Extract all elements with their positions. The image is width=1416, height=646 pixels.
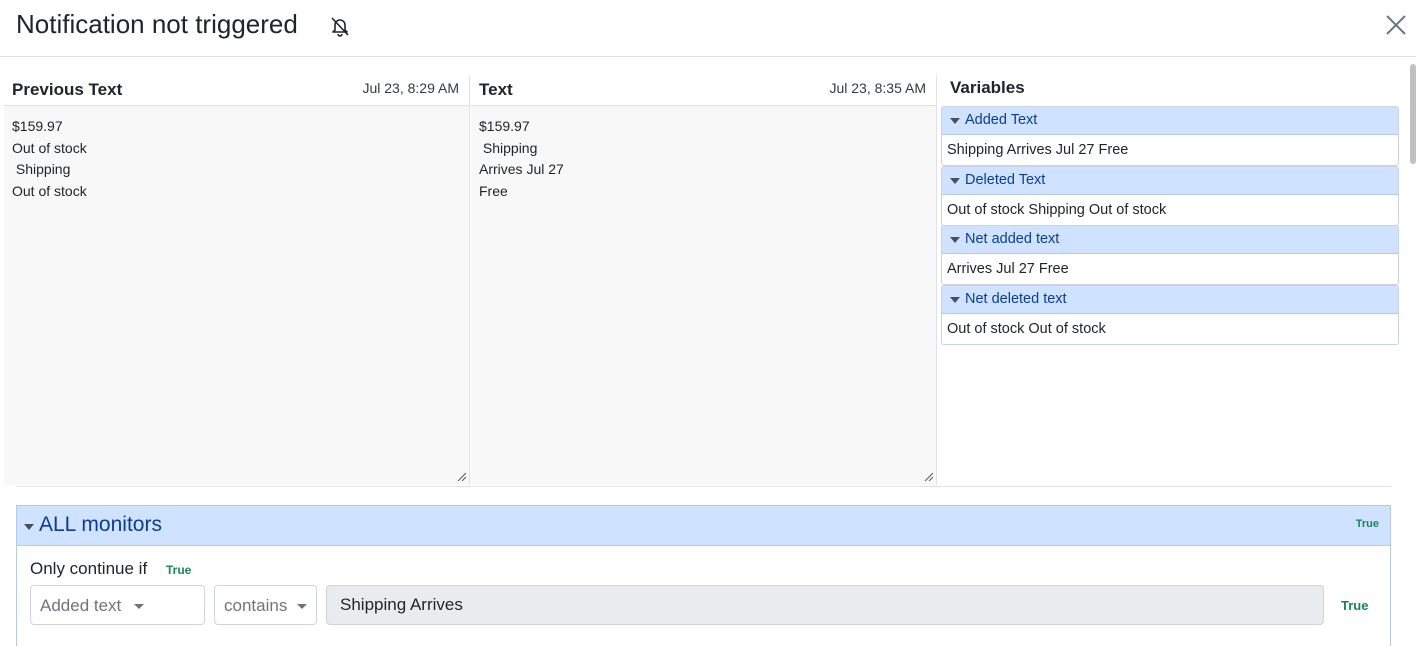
variable-header[interactable]: Net deleted text [942, 286, 1398, 314]
variable-header[interactable]: Added Text [942, 107, 1398, 135]
variable-value-row: Out of stock Out of stock [942, 314, 1398, 344]
all-monitors-header[interactable]: ALL monitors True [17, 506, 1390, 546]
variable-header[interactable]: Deleted Text [942, 167, 1398, 195]
variable-net-added-text: Net added text Arrives Jul 27 Free [941, 225, 1399, 285]
field-select[interactable]: Added text [30, 585, 205, 625]
variable-value: Out of stock Shipping Out of stock [947, 202, 1167, 218]
previous-text-time: Jul 23, 8:29 AM [362, 80, 459, 96]
text-title: Text [479, 80, 513, 99]
chevron-down-icon [134, 604, 144, 609]
monitors-status-badge: True [1355, 518, 1379, 530]
continue-label: Only continue if [30, 559, 148, 578]
previous-text-panel: Previous Text Jul 23, 8:29 AM $159.97 Ou… [4, 75, 470, 485]
operator-select[interactable]: contains [214, 585, 317, 625]
variable-value: Out of stock Out of stock [947, 321, 1106, 337]
text-panel: Text Jul 23, 8:35 AM $159.97 Shipping Ar… [471, 75, 937, 485]
divider [16, 486, 1391, 487]
chevron-down-icon [297, 604, 307, 609]
field-select-value: Added text [40, 596, 122, 615]
previous-text-title: Previous Text [12, 80, 123, 99]
variable-label: Added Text [965, 112, 1038, 128]
caret-down-icon [950, 237, 960, 243]
condition-value-input[interactable] [326, 585, 1324, 625]
variable-net-deleted-text: Net deleted text Out of stock Out of sto… [941, 285, 1399, 345]
text-area[interactable]: $159.97 Shipping Arrives Jul 27 Free [471, 106, 936, 485]
variable-value: Arrives Jul 27 Free [947, 261, 1069, 277]
variable-value-row: Arrives Jul 27 Free [942, 254, 1398, 284]
previous-text-header: Previous Text Jul 23, 8:29 AM [4, 75, 469, 106]
condition-status-badge: True [1341, 598, 1369, 613]
operator-select-value: contains [224, 596, 288, 615]
variable-label: Net deleted text [965, 291, 1067, 307]
resize-grip-icon[interactable] [457, 472, 466, 481]
all-monitors-title: ALL monitors [39, 513, 162, 536]
variable-label: Deleted Text [965, 172, 1046, 188]
variable-value: Shipping Arrives Jul 27 Free [947, 142, 1129, 158]
caret-down-icon [950, 118, 960, 124]
dialog-header: Notification not triggered [0, 0, 1416, 57]
resize-grip-icon[interactable] [924, 472, 933, 481]
variable-value-row: Shipping Arrives Jul 27 Free [942, 135, 1398, 165]
all-monitors-section: ALL monitors True Only continue if True … [16, 505, 1391, 646]
bell-slash-icon [331, 17, 349, 37]
variable-label: Net added text [965, 231, 1060, 247]
variable-header[interactable]: Net added text [942, 226, 1398, 254]
continue-status-badge: True [166, 563, 192, 577]
variables-panel: Variables Added Text Shipping Arrives Ju… [937, 75, 1403, 485]
variable-deleted-text: Deleted Text Out of stock Shipping Out o… [941, 166, 1399, 226]
text-header: Text Jul 23, 8:35 AM [471, 75, 936, 106]
dialog-title: Notification not triggered [16, 9, 298, 39]
variable-value-row: Out of stock Shipping Out of stock [942, 195, 1398, 225]
caret-down-icon [24, 524, 34, 530]
variables-title: Variables [950, 78, 1025, 97]
text-time: Jul 23, 8:35 AM [829, 80, 926, 96]
caret-down-icon [950, 178, 960, 184]
close-icon[interactable] [1382, 11, 1410, 39]
scrollbar-thumb[interactable] [1410, 64, 1416, 164]
previous-text-area[interactable]: $159.97 Out of stock Shipping Out of sto… [4, 106, 469, 485]
variable-added-text: Added Text Shipping Arrives Jul 27 Free [941, 106, 1399, 166]
caret-down-icon [950, 297, 960, 303]
